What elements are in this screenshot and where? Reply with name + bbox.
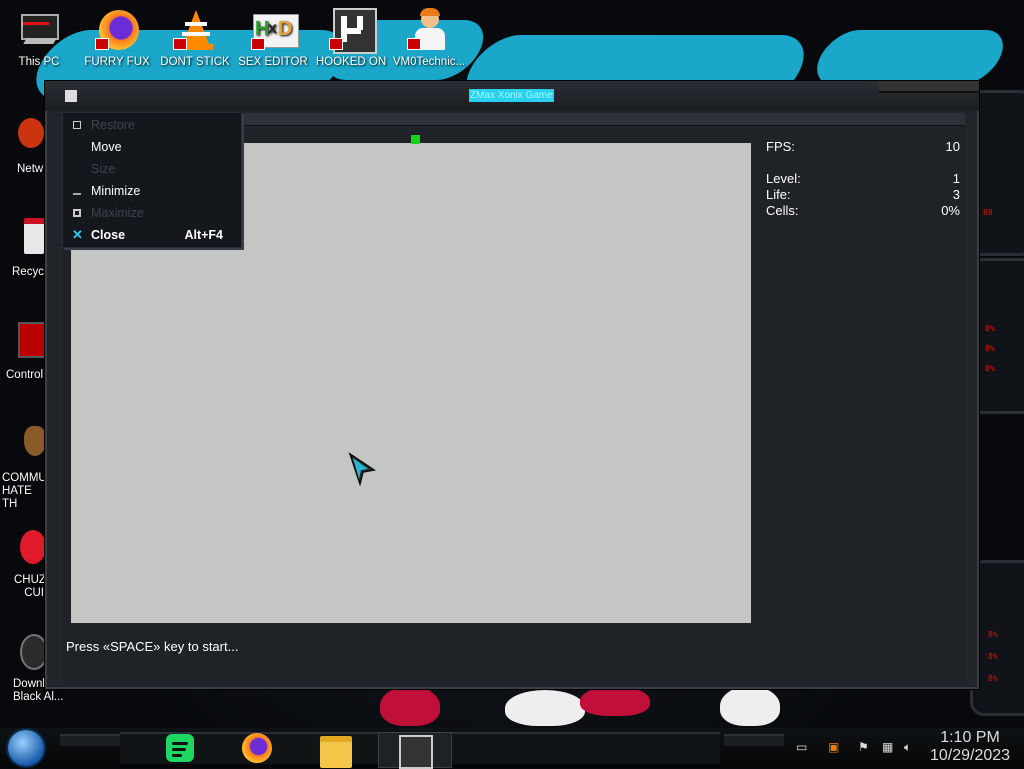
- menu-item-maximize: Maximize: [63, 202, 241, 224]
- minimize-icon: [73, 193, 81, 195]
- desktop-icon-label: Recycl: [12, 266, 47, 278]
- folder-icon: [320, 736, 352, 768]
- mouse-cursor-icon: [348, 452, 376, 486]
- desktop-icon-label: FURRY FUX: [84, 56, 150, 68]
- desktop-icon-label: This PC: [18, 56, 60, 68]
- clock-time: 1:10 PM: [940, 729, 1000, 746]
- window-titlebar[interactable]: ZMax Xonix Game: [45, 81, 979, 111]
- window-system-menu: Restore Move Size Minimize Maximize ✕ Cl…: [62, 112, 242, 248]
- taskbar-decoration: [724, 734, 784, 746]
- start-prompt: Press «SPACE» key to start...: [66, 639, 239, 654]
- desktop-icon-label: HOOKED ON XONIX: [315, 56, 387, 68]
- start-button[interactable]: [8, 730, 44, 766]
- desktop-icon-hooked-on-xonix[interactable]: HOOKED ON XONIX: [312, 8, 390, 69]
- desktop-icon-label: VM0Technic...: [392, 56, 466, 68]
- tray-app-icon[interactable]: ▣: [828, 740, 839, 754]
- vlc-icon: [173, 8, 217, 52]
- menu-item-label: Maximize: [91, 206, 144, 220]
- cells-value: 0%: [941, 203, 960, 218]
- taskbar: ▭ ▣ ⚑ ▦ 🔈︎ 1:10 PM 10/29/2023: [0, 728, 1024, 769]
- taskbar-app-file-explorer[interactable]: [318, 732, 354, 768]
- network-tray-icon[interactable]: ▦: [882, 740, 893, 754]
- taskbar-app-xonix[interactable]: [378, 732, 452, 769]
- volume-icon[interactable]: 🔈︎: [904, 740, 911, 755]
- recycle-bin-icon: [24, 218, 44, 254]
- desktop-icon-this-pc[interactable]: This PC: [0, 8, 78, 69]
- cells-label: Cells:: [766, 203, 799, 218]
- app-icon[interactable]: [65, 90, 77, 102]
- window-title: ZMax Xonix Game: [469, 89, 554, 102]
- menu-item-size: Size: [63, 158, 241, 180]
- taskbar-decoration: [60, 734, 120, 746]
- fps-value: 10: [945, 139, 960, 154]
- fps-label: FPS:: [766, 139, 795, 154]
- flag-icon[interactable]: ⚑: [858, 740, 869, 754]
- hxd-icon: H x D: [251, 8, 299, 52]
- desktop-icon-label: Netw: [17, 163, 44, 175]
- menu-item-move[interactable]: Move: [63, 136, 241, 158]
- clock-date: 10/29/2023: [929, 747, 1011, 764]
- desktop-icon-sex-editor[interactable]: H x D SEX EDITOR: [234, 8, 312, 69]
- menu-item-minimize[interactable]: Minimize: [63, 180, 241, 202]
- firefox-icon: [95, 8, 139, 52]
- desktop-icon-label: DONT STICK THIS IN YO...: [160, 56, 230, 68]
- desktop-icon-dont-stick[interactable]: DONT STICK THIS IN YO...: [156, 8, 234, 69]
- menu-item-label: Close: [91, 228, 126, 242]
- desktop-icon-furry-fux[interactable]: FURRY FUX: [78, 8, 156, 69]
- life-value: 3: [952, 187, 960, 202]
- player-marker: [411, 135, 420, 144]
- titlebar-decoration: [879, 81, 979, 93]
- desktop-icon-label: COMMU HATE TH: [2, 472, 47, 510]
- level-value: 1: [952, 171, 960, 186]
- menu-item-label: Restore: [91, 118, 135, 132]
- desktop-icon-label: Control: [6, 369, 44, 381]
- close-icon: ✕: [72, 227, 83, 242]
- taskbar-clock[interactable]: 1:10 PM 10/29/2023: [924, 729, 1016, 765]
- tray-overflow-icon[interactable]: ▭: [796, 740, 807, 754]
- spotify-icon: [166, 734, 194, 762]
- money-bag-icon: [24, 426, 46, 456]
- network-icon: [18, 118, 44, 148]
- menu-item-close[interactable]: ✕ Close Alt+F4: [63, 224, 241, 246]
- red-creature-icon: [20, 530, 46, 564]
- desktop-icon-label: CHUZ CUI: [14, 574, 46, 599]
- menu-item-label: Minimize: [91, 184, 141, 198]
- taskbar-app-firefox[interactable]: [240, 732, 276, 766]
- desktop-icon-vm0technic[interactable]: VM0Technic...: [390, 8, 468, 69]
- doctor-icon: [407, 8, 451, 52]
- menu-item-accelerator: Alt+F4: [184, 228, 223, 242]
- taskbar-app-spotify[interactable]: [162, 732, 198, 766]
- desktop-icon-label: SEX EDITOR: [238, 56, 308, 68]
- xonix-icon: [329, 8, 377, 54]
- restore-icon: [73, 121, 81, 129]
- menu-item-restore: Restore: [63, 114, 241, 136]
- firefox-icon: [242, 733, 272, 763]
- menu-item-label: Move: [91, 140, 122, 154]
- this-pc-icon: [17, 8, 61, 52]
- xonix-icon: [399, 735, 433, 769]
- level-label: Level:: [766, 171, 801, 186]
- menu-item-label: Size: [91, 162, 116, 176]
- life-label: Life:: [766, 187, 791, 202]
- maximize-icon: [73, 209, 81, 217]
